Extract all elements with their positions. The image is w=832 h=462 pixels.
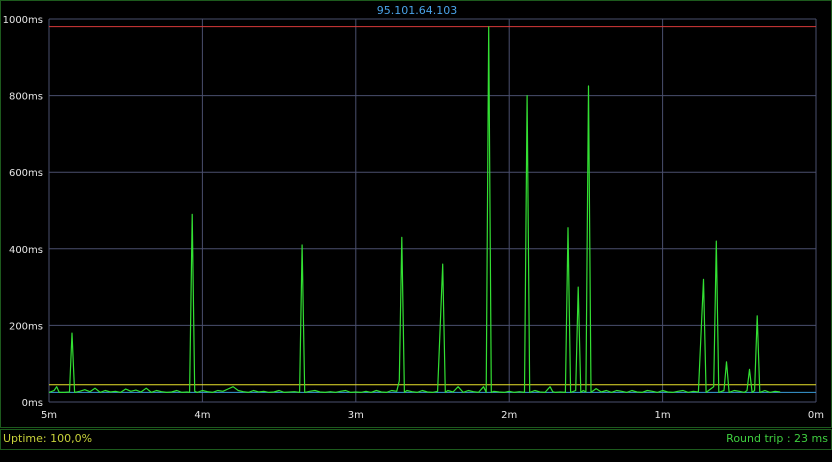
round-trip-label: Round trip : 23 ms	[726, 432, 828, 445]
uptime-label: Uptime: 100,0%	[3, 432, 93, 445]
host-title: 95.101.64.103	[376, 4, 458, 17]
y-tick-label: 0ms	[22, 398, 43, 409]
status-bar: Uptime: 100,0% Round trip : 23 ms	[0, 429, 832, 450]
y-tick-label: 800ms	[9, 92, 43, 103]
latency-chart: 0ms200ms400ms600ms800ms1000ms5m 4m 3m 2m 1m 0…	[3, 15, 824, 421]
graph-panel: 0ms 200ms 400ms 600ms 800ms 1000ms 5m 4m 3m 2m 1m 0…	[0, 0, 832, 428]
x-tick-label: 5m	[41, 410, 57, 421]
x-tick-label: 0m	[808, 410, 824, 421]
x-tick-label: 4m	[194, 410, 210, 421]
y-tick-label: 400ms	[9, 245, 43, 256]
x-tick-label: 3m	[348, 410, 364, 421]
latency-series-line	[48, 26, 781, 393]
y-tick-label: 600ms	[9, 168, 43, 179]
y-tick-label: 200ms	[9, 321, 43, 332]
x-tick-label: 1m	[655, 410, 671, 421]
x-tick-label: 2m	[501, 410, 517, 421]
